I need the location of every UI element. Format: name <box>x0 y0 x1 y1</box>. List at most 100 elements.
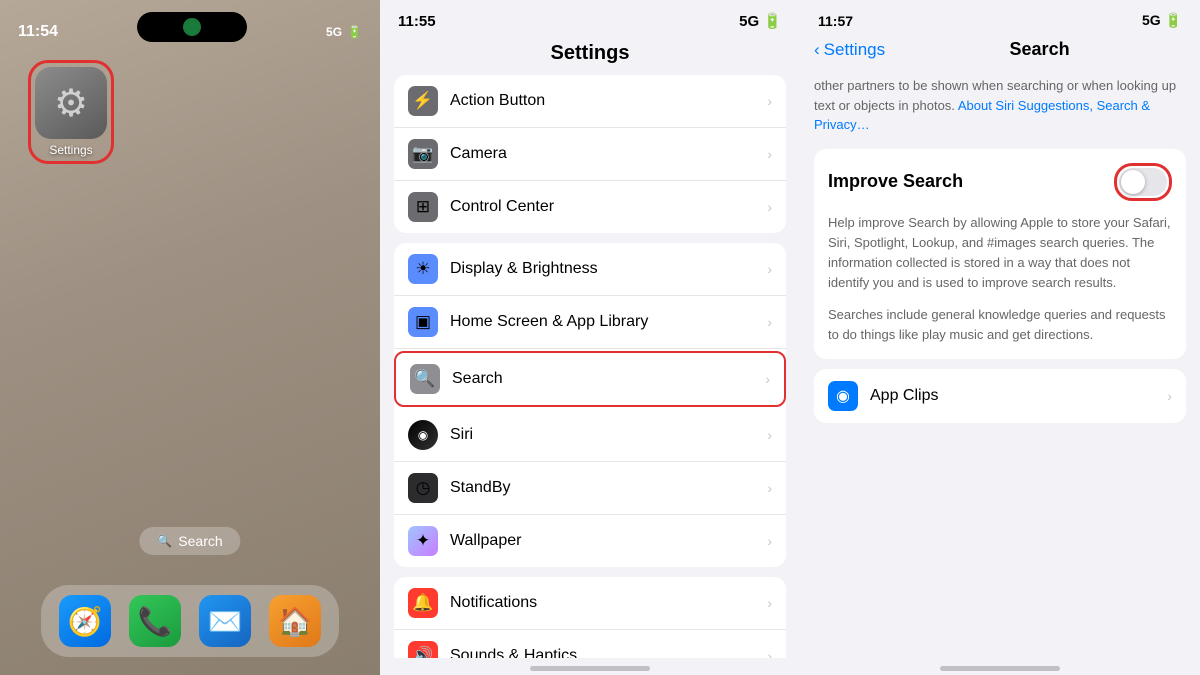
settings-page-title: Settings <box>380 36 800 75</box>
siri-label: Siri <box>450 426 767 444</box>
settings-row-display[interactable]: ☀ Display & Brightness › <box>394 243 786 296</box>
settings-row-sounds[interactable]: 🔊 Sounds & Haptics › <box>394 630 786 658</box>
detail-nav: ‹ Settings Search <box>800 35 1200 68</box>
detail-status-icons: 5G 🔋 <box>1142 12 1182 29</box>
wallpaper-chevron: › <box>767 533 772 549</box>
settings-row-standby[interactable]: ◷ StandBy › <box>394 462 786 515</box>
homescreen-label: Home Screen & App Library <box>450 313 767 331</box>
wallpaper-row-icon: ✦ <box>408 526 438 556</box>
settings-status-icons: 5G 🔋 <box>739 12 782 30</box>
app-clips-row[interactable]: ◉ App Clips › <box>814 369 1186 423</box>
settings-row-siri[interactable]: ◉ Siri › <box>394 409 786 462</box>
dock-safari-icon[interactable]: 🧭 <box>59 595 111 647</box>
detail-time: 11:57 <box>818 13 853 29</box>
standby-label: StandBy <box>450 479 767 497</box>
search-label: Search <box>452 370 765 388</box>
settings-row-control-center[interactable]: ⊞ Control Center › <box>394 181 786 233</box>
settings-app-label: Settings <box>35 143 107 157</box>
wallpaper-label: Wallpaper <box>450 532 767 550</box>
search-chevron: › <box>765 371 770 387</box>
settings-row-action-button[interactable]: ⚡ Action Button › <box>394 75 786 128</box>
sounds-chevron: › <box>767 648 772 658</box>
settings-row-homescreen[interactable]: ▣ Home Screen & App Library › <box>394 296 786 349</box>
dock-home-app-icon[interactable]: 🏠 <box>269 595 321 647</box>
intro-text: other partners to be shown when searchin… <box>814 68 1186 149</box>
display-icon: ☀ <box>415 259 430 279</box>
toggle-thumb <box>1121 170 1145 194</box>
control-center-label: Control Center <box>450 198 767 216</box>
home-indicator-2 <box>530 666 650 671</box>
settings-row-notifications[interactable]: 🔔 Notifications › <box>394 577 786 630</box>
action-button-chevron: › <box>767 93 772 109</box>
status-bar-settings: 11:55 5G 🔋 <box>380 0 800 36</box>
sounds-label: Sounds & Haptics <box>450 647 767 658</box>
signal-icon: 5G <box>326 25 342 39</box>
action-button-icon: ⚡ <box>408 86 438 116</box>
standby-row-icon: ◷ <box>408 473 438 503</box>
action-icon: ⚡ <box>412 91 433 111</box>
homescreen-chevron: › <box>767 314 772 330</box>
home-indicator-3 <box>940 666 1060 671</box>
settings-group-1: ⚡ Action Button › 📷 Camera › ⊞ Control C… <box>394 75 786 233</box>
improve-search-row: Improve Search <box>828 163 1172 201</box>
camera-row-icon: 📷 <box>408 139 438 169</box>
notifications-row-icon: 🔔 <box>408 588 438 618</box>
settings-row-search[interactable]: 🔍 Search › <box>394 351 786 407</box>
app-clips-label: App Clips <box>870 387 1167 405</box>
gear-icon: ⚙ <box>54 81 88 126</box>
detail-content: other partners to be shown when searchin… <box>800 68 1200 658</box>
app-clips-chevron: › <box>1167 388 1172 404</box>
improve-search-desc: Help improve Search by allowing Apple to… <box>828 213 1172 294</box>
homescreen-icon: ▣ <box>415 312 431 332</box>
settings-row-wallpaper[interactable]: ✦ Wallpaper › <box>394 515 786 567</box>
home-status-icons: 5G 🔋 <box>326 25 362 39</box>
dock-phone-icon[interactable]: 📞 <box>129 595 181 647</box>
phone-icon: 📞 <box>138 605 173 638</box>
settings-icon-highlight-box: ⚙ Settings <box>28 60 114 164</box>
dock: 🧭 📞 ✉️ 🏠 <box>41 585 339 657</box>
sounds-icon: 🔊 <box>412 646 433 658</box>
settings-group-2: ☀ Display & Brightness › ▣ Home Screen &… <box>394 243 786 567</box>
notifications-chevron: › <box>767 595 772 611</box>
back-label: Settings <box>824 40 885 60</box>
control-center-chevron: › <box>767 199 772 215</box>
status-bar-detail: 11:57 5G 🔋 <box>800 0 1200 35</box>
safari-icon: 🧭 <box>68 605 103 638</box>
display-chevron: › <box>767 261 772 277</box>
improve-search-label: Improve Search <box>828 171 963 192</box>
standby-chevron: › <box>767 480 772 496</box>
sounds-row-icon: 🔊 <box>408 641 438 658</box>
camera-icon: 📷 <box>412 144 433 164</box>
dock-mail-icon[interactable]: ✉️ <box>199 595 251 647</box>
improve-search-desc2: Searches include general knowledge queri… <box>828 305 1172 345</box>
improve-search-toggle[interactable] <box>1119 168 1167 196</box>
settings-row-camera[interactable]: 📷 Camera › <box>394 128 786 181</box>
siri-icon: ◉ <box>418 428 428 442</box>
search-icon: 🔍 <box>157 534 172 548</box>
search-row-icon: 🔍 <box>410 364 440 394</box>
homescreen-row-icon: ▣ <box>408 307 438 337</box>
settings-time: 11:55 <box>398 13 436 30</box>
home-search-bar[interactable]: 🔍 Search <box>139 527 240 555</box>
home-app-icon: 🏠 <box>278 605 313 638</box>
dynamic-island <box>137 12 247 42</box>
back-button[interactable]: ‹ Settings <box>814 40 885 60</box>
settings-group-3: 🔔 Notifications › 🔊 Sounds & Haptics › 🌙… <box>394 577 786 658</box>
camera-chevron: › <box>767 146 772 162</box>
search-label: Search <box>178 533 222 549</box>
action-button-label: Action Button <box>450 92 767 110</box>
detail-page-title: Search <box>1010 39 1070 60</box>
siri-row-icon: ◉ <box>408 420 438 450</box>
notifications-label: Notifications <box>450 594 767 612</box>
siri-chevron: › <box>767 427 772 443</box>
settings-app-icon[interactable]: ⚙ <box>35 67 107 139</box>
home-time: 11:54 <box>18 23 58 41</box>
app-clips-icon: ◉ <box>828 381 858 411</box>
camera-label: Camera <box>450 145 767 163</box>
mail-icon: ✉️ <box>208 605 243 638</box>
status-bar-home: 11:54 5G 🔋 <box>0 0 380 58</box>
home-screen-panel: 11:54 5G 🔋 ⚙ Settings 🔍 Search 🧭 📞 ✉️ 🏠 <box>0 0 380 675</box>
settings-list-panel: 11:55 5G 🔋 Settings ⚡ Action Button › 📷 … <box>380 0 800 675</box>
wallpaper-icon: ✦ <box>416 531 430 551</box>
search-row-icon-symbol: 🔍 <box>414 369 435 389</box>
